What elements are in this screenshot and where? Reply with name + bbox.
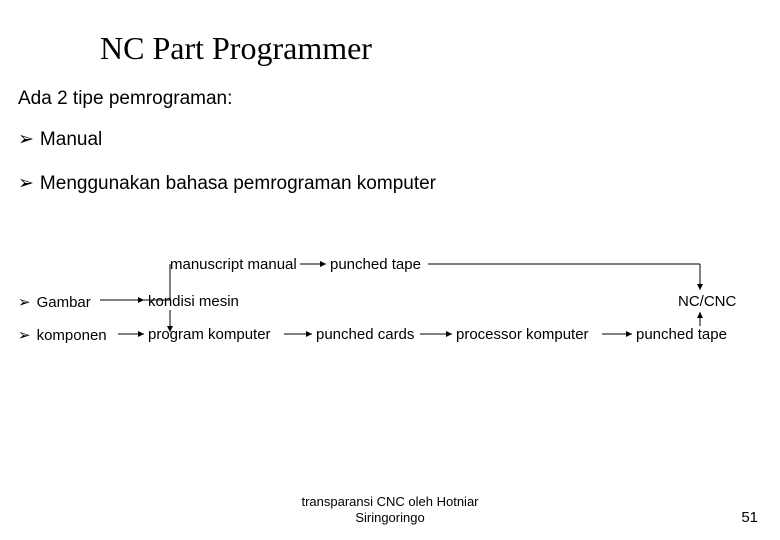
node-program-komputer: program komputer <box>148 326 271 343</box>
page-number: 51 <box>741 509 758 526</box>
bullet-komponen: ➢ komponen <box>18 326 107 344</box>
intro-text: Ada 2 tipe pemrograman: <box>18 88 232 110</box>
bullet-label: komponen <box>37 327 107 344</box>
node-kondisi-mesin: kondisi mesin <box>148 293 239 310</box>
node-punched-tape-bottom: punched tape <box>636 326 727 343</box>
footer-line1: transparansi CNC oleh Hotniar <box>301 494 478 509</box>
bullet-arrow-icon: ➢ <box>18 293 31 311</box>
bullet-gambar: ➢ Gambar <box>18 293 91 311</box>
footer: transparansi CNC oleh Hotniar Siringorin… <box>0 494 780 527</box>
slide-title: NC Part Programmer <box>100 30 372 67</box>
node-punched-cards: punched cards <box>316 326 414 343</box>
slide: NC Part Programmer Ada 2 tipe pemrograma… <box>0 0 780 540</box>
footer-line2: Siringoringo <box>355 510 424 525</box>
bullet-computer-lang: ➢ Menggunakan bahasa pemrograman komputer <box>18 172 436 195</box>
bullet-arrow-icon: ➢ <box>18 326 31 344</box>
bullet-label: Gambar <box>37 294 91 311</box>
node-nc-cnc: NC/CNC <box>678 293 736 310</box>
bullet-manual: ➢ Manual <box>18 128 102 151</box>
bullet-label: Menggunakan bahasa pemrograman komputer <box>40 173 436 194</box>
bullet-label: Manual <box>40 129 102 150</box>
node-processor-komputer: processor komputer <box>456 326 589 343</box>
bullet-arrow-icon: ➢ <box>18 172 34 195</box>
bullet-arrow-icon: ➢ <box>18 128 34 151</box>
node-manuscript-manual: manuscript manual <box>170 256 297 273</box>
node-punched-tape-top: punched tape <box>330 256 421 273</box>
